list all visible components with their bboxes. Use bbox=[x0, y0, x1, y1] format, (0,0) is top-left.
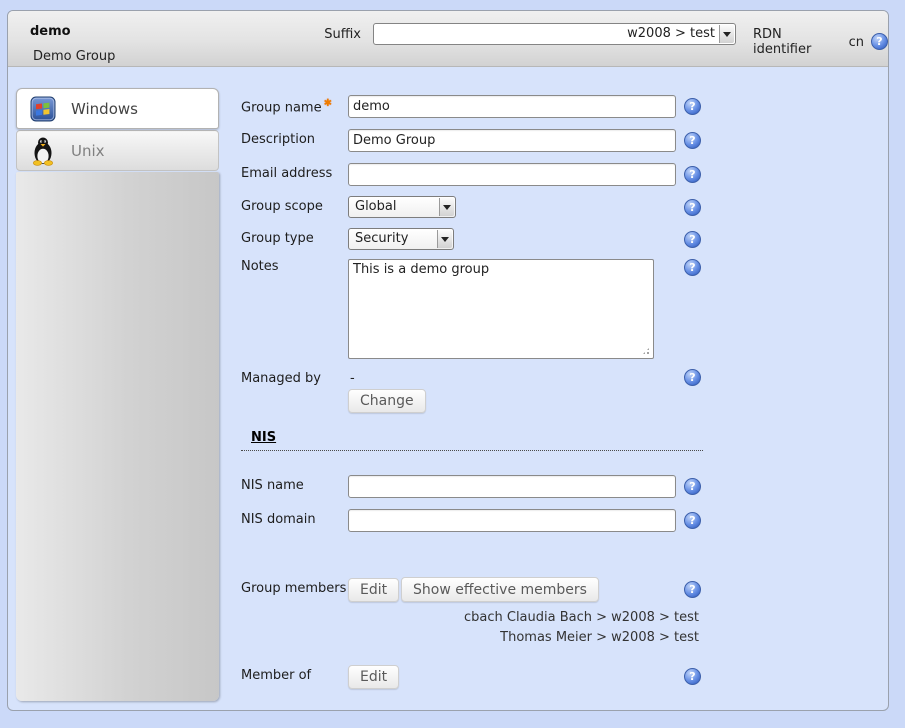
group-type-label: Group type bbox=[241, 231, 314, 246]
help-icon[interactable]: ? bbox=[684, 199, 701, 216]
group-type-selected-value: Security bbox=[355, 231, 433, 246]
help-icon[interactable]: ? bbox=[684, 98, 701, 115]
notes-textarea[interactable]: This is a demo group bbox=[348, 259, 654, 359]
group-type-select[interactable]: Security bbox=[348, 228, 454, 250]
notes-label: Notes bbox=[241, 259, 279, 274]
header-bar: demo Demo Group Suffix w2008 > test RDN … bbox=[8, 11, 888, 67]
help-icon[interactable]: ? bbox=[684, 259, 701, 276]
help-icon[interactable]: ? bbox=[684, 369, 701, 386]
help-icon[interactable]: ? bbox=[684, 668, 701, 685]
tux-penguin-icon bbox=[30, 136, 56, 166]
nis-domain-label: NIS domain bbox=[241, 512, 316, 527]
group-members-label: Group members bbox=[241, 581, 346, 596]
notes-field-wrapper: This is a demo group bbox=[348, 259, 654, 359]
help-icon[interactable]: ? bbox=[684, 512, 701, 529]
suffix-label: Suffix bbox=[306, 27, 361, 42]
chevron-down-icon[interactable] bbox=[437, 230, 452, 248]
group-scope-select[interactable]: Global bbox=[348, 196, 456, 218]
rdn-identifier-label: RDN identifier bbox=[753, 27, 842, 57]
group-scope-selected-value: Global bbox=[355, 199, 435, 214]
group-member-item: cbach Claudia Bach > w2008 > test bbox=[348, 608, 699, 628]
member-of-edit-button[interactable]: Edit bbox=[348, 665, 399, 689]
tab-windows[interactable]: Windows bbox=[16, 88, 219, 129]
group-member-item: Thomas Meier > w2008 > test bbox=[348, 628, 699, 648]
tab-windows-label: Windows bbox=[71, 100, 138, 118]
nis-section-title: NIS bbox=[251, 430, 276, 445]
description-label: Description bbox=[241, 132, 315, 147]
page-subtitle: Demo Group bbox=[33, 49, 115, 64]
email-input[interactable] bbox=[348, 163, 676, 186]
help-icon[interactable]: ? bbox=[684, 231, 701, 248]
group-members-edit-button[interactable]: Edit bbox=[348, 578, 399, 602]
member-of-label: Member of bbox=[241, 668, 311, 683]
module-tabs-sidebar: Windows Unix bbox=[16, 88, 219, 701]
managed-by-label: Managed by bbox=[241, 371, 321, 386]
tab-unix[interactable]: Unix bbox=[16, 130, 219, 171]
change-button[interactable]: Change bbox=[348, 389, 426, 413]
group-members-list: cbach Claudia Bach > w2008 > test Thomas… bbox=[348, 608, 699, 648]
help-icon[interactable]: ? bbox=[871, 33, 888, 50]
chevron-down-icon[interactable] bbox=[719, 25, 734, 43]
nis-name-input[interactable] bbox=[348, 475, 676, 498]
group-name-label: Group name✱ bbox=[241, 98, 332, 115]
sidebar-panel bbox=[16, 172, 219, 701]
nis-section-header: NIS bbox=[241, 430, 703, 451]
chevron-down-icon[interactable] bbox=[439, 198, 454, 216]
nis-name-label: NIS name bbox=[241, 478, 304, 493]
help-icon[interactable]: ? bbox=[684, 478, 701, 495]
tab-unix-label: Unix bbox=[71, 142, 105, 160]
help-icon[interactable]: ? bbox=[684, 166, 701, 183]
description-input[interactable] bbox=[348, 129, 676, 152]
managed-by-value: - bbox=[350, 371, 355, 386]
required-marker-icon: ✱ bbox=[324, 98, 332, 109]
email-label: Email address bbox=[241, 166, 332, 181]
group-scope-label: Group scope bbox=[241, 199, 323, 214]
show-effective-members-button[interactable]: Show effective members bbox=[401, 577, 599, 602]
account-editor-window: demo Demo Group Suffix w2008 > test RDN … bbox=[7, 10, 889, 711]
rdn-identifier-group: RDN identifier cn ? bbox=[753, 27, 888, 57]
group-name-input[interactable] bbox=[348, 95, 676, 118]
page-title: demo bbox=[30, 24, 71, 39]
suffix-select[interactable]: w2008 > test bbox=[373, 23, 736, 45]
rdn-identifier-value: cn bbox=[849, 35, 864, 50]
nis-domain-input[interactable] bbox=[348, 509, 676, 532]
suffix-selected-value: w2008 > test bbox=[380, 26, 715, 41]
windows-logo-icon bbox=[30, 96, 56, 122]
help-icon[interactable]: ? bbox=[684, 581, 701, 598]
help-icon[interactable]: ? bbox=[684, 132, 701, 149]
